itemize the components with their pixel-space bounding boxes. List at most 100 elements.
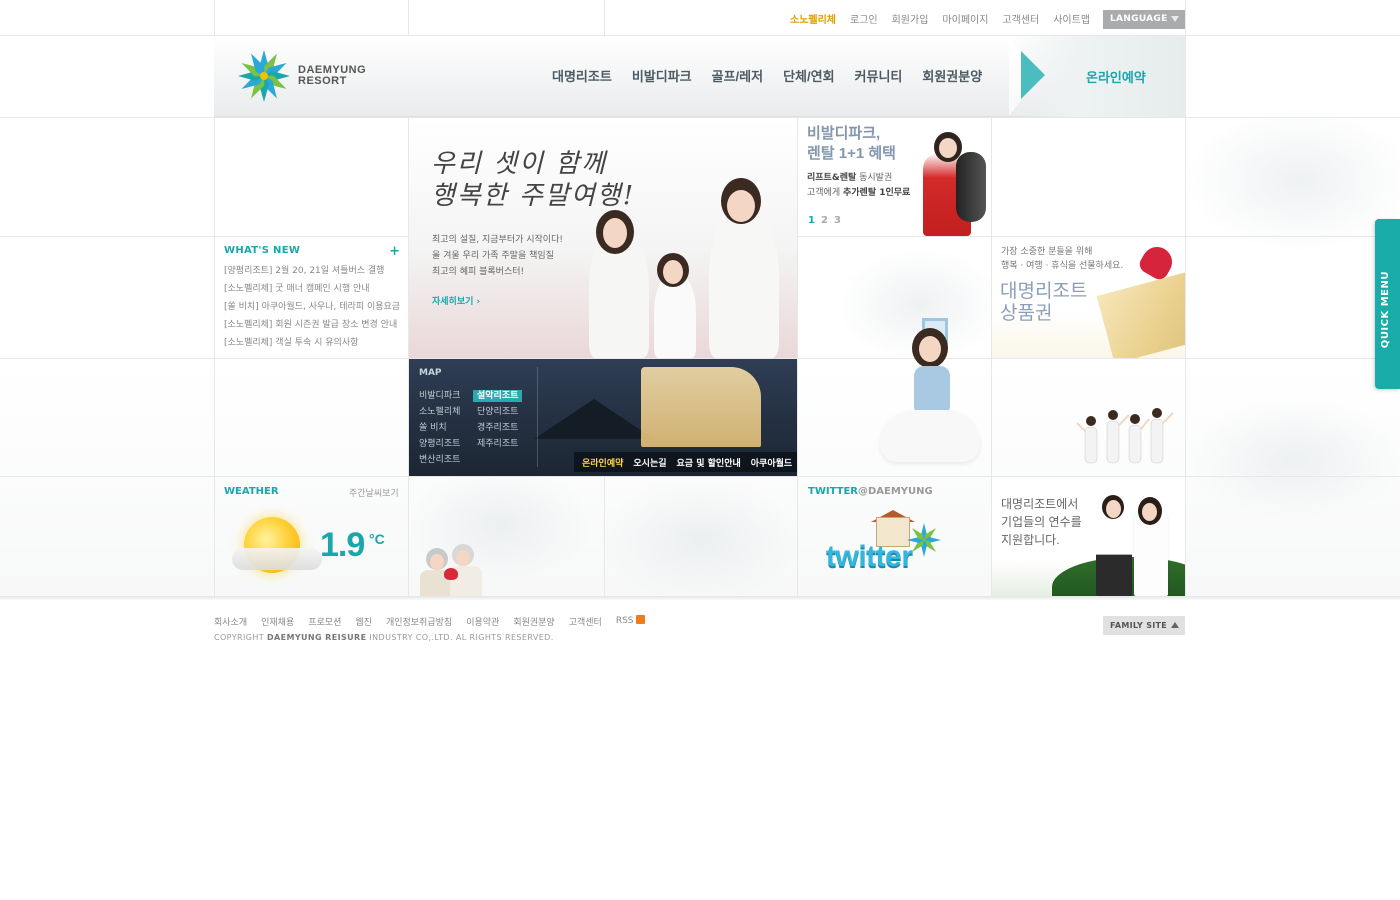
chevron-right-icon: ›: [476, 297, 481, 307]
footer-link-webzine[interactable]: 웹진: [355, 615, 372, 628]
gift-title-line1: 대명리조트: [1000, 281, 1088, 302]
map-bar-link-reservation[interactable]: 온라인예약: [582, 456, 623, 469]
rental-desc-bold: 리프트&렌탈: [807, 173, 857, 183]
snowboard-image: [956, 152, 986, 222]
footer-link-privacy[interactable]: 개인정보취급방침: [386, 615, 452, 628]
map-bar-link-aquaworld[interactable]: 아쿠아월드: [751, 456, 792, 469]
weekly-weather-link[interactable]: 주간날씨보기: [349, 486, 399, 499]
grid-line: [604, 0, 605, 36]
online-reservation-label: 온라인예약: [1086, 70, 1146, 85]
hotel-image: [641, 367, 761, 447]
footer-link-terms[interactable]: 이용약관: [466, 615, 499, 628]
copyright-prefix: COPYRIGHT: [214, 633, 267, 642]
temperature-unit: °C: [369, 531, 385, 547]
weather-title: WEATHER: [224, 486, 279, 497]
rental-title: 비발디파크, 렌탈 1+1 혜택: [807, 124, 896, 164]
arrow-right-icon: [1021, 51, 1045, 99]
daemyung-logo-icon[interactable]: [236, 48, 292, 104]
footer-divider: [0, 596, 1400, 600]
page-dot[interactable]: 3: [834, 215, 847, 226]
family-site-label: FAMILY SITE: [1110, 621, 1168, 630]
corporate-training-banner[interactable]: 대명리조트에서 기업들의 연수를 지원합니다.: [992, 477, 1185, 596]
util-link-sitemap[interactable]: 사이트맵: [1053, 11, 1090, 26]
gift-line2: 행복 · 여행 · 휴식을 선물하세요.: [1001, 261, 1124, 271]
plus-icon[interactable]: +: [389, 244, 400, 259]
nav-item-vivaldi-park[interactable]: 비발디파크: [632, 66, 692, 85]
footer-link-promotion[interactable]: 프로모션: [308, 615, 341, 628]
language-label: LANGUAGE: [1110, 14, 1168, 24]
map-link[interactable]: 변산리조트: [419, 452, 460, 468]
util-link-customer-center[interactable]: 고객센터: [1002, 11, 1039, 26]
family-site-select[interactable]: FAMILY SITE: [1103, 616, 1185, 635]
nav-item-community[interactable]: 커뮤니티: [855, 66, 903, 85]
map-bar-link-rates[interactable]: 요금 및 할인안내: [677, 456, 741, 469]
quick-menu-tab[interactable]: QUICK MENU: [1375, 219, 1400, 389]
news-list: [양평리조트] 2월 20, 21일 셔틀버스 결행 [소노펠리체] 굿 매너 …: [224, 262, 400, 352]
util-link-mypage[interactable]: 마이페이지: [942, 11, 988, 26]
corporate-text: 대명리조트에서 기업들의 연수를 지원합니다.: [1001, 495, 1082, 549]
map-link[interactable]: 양평리조트: [419, 436, 460, 452]
mother-face: [603, 218, 627, 248]
utility-nav: 소노펠리체 로그인 회원가입 마이페이지 고객센터 사이트맵: [790, 11, 1090, 26]
util-link-join[interactable]: 회원가입: [892, 11, 929, 26]
nav-item-daemyung-resort[interactable]: 대명리조트: [552, 66, 612, 85]
hero-title: 우리 셋이 함께 행복한 주말여행!: [431, 148, 635, 212]
map-link[interactable]: 단양리조트: [473, 404, 522, 420]
footer-link-rss[interactable]: RSS: [616, 615, 645, 628]
banner-pagination: 123: [808, 215, 847, 226]
grid-line: [0, 476, 1400, 477]
child-face: [663, 260, 683, 284]
rental-desc-bold: 추가렌탈 1인무료: [842, 188, 911, 198]
language-select[interactable]: LANGUAGE: [1103, 10, 1185, 29]
hero-more-link[interactable]: 자세히보기 ›: [432, 294, 480, 307]
twitter-logo-link[interactable]: twitter: [826, 540, 913, 574]
hero-more-label: 자세히보기: [432, 297, 474, 307]
news-item[interactable]: [소노펠리체] 객실 투숙 시 유의사항: [224, 334, 400, 352]
nav-item-golf-leisure[interactable]: 골프/레저: [712, 66, 763, 85]
corporate-line2: 기업들의 연수를: [1001, 515, 1082, 529]
util-link-sonofelice[interactable]: 소노펠리체: [790, 11, 836, 26]
corporate-line1: 대명리조트에서: [1001, 497, 1079, 511]
nav-item-group-banquet[interactable]: 단체/연회: [783, 66, 834, 85]
gift-certificate-banner[interactable]: 가장 소중한 분들을 위해 행복 · 여행 · 휴식을 선물하세요. 대명리조트…: [992, 237, 1185, 358]
hero-title-line2: 행복한 주말여행!: [431, 181, 636, 211]
cloud-decoration: [600, 480, 800, 600]
footer-link-company[interactable]: 회사소개: [214, 615, 247, 628]
map-bar-link-directions[interactable]: 오시는길: [633, 456, 666, 469]
footer-link-careers[interactable]: 인재채용: [261, 615, 294, 628]
twitter-handle: @DAEMYUNG: [857, 486, 933, 497]
news-item[interactable]: [소노펠리체] 굿 매너 캠페인 시행 안내: [224, 280, 400, 298]
nav-item-membership[interactable]: 회원권분양: [922, 66, 982, 85]
rental-banner[interactable]: 비발디파크, 렌탈 1+1 혜택 리프트&렌탈 동시발권 고객에게 추가렌탈 1…: [798, 118, 991, 236]
map-column-1: 비발디파크 소노펠리체 쏠 비치 양평리조트 변산리조트: [419, 388, 460, 468]
header: DAEMYUNG RESORT 대명리조트 비발디파크 골프/레저 단체/연회 …: [214, 36, 1186, 117]
hero-title-line1: 우리 셋이 함께: [431, 149, 608, 179]
logo-wordmark[interactable]: DAEMYUNG RESORT: [298, 65, 366, 87]
footer-link-membership[interactable]: 회원권분양: [513, 615, 554, 628]
temperature-value: 1.9: [320, 526, 365, 564]
chevron-up-icon: [1171, 622, 1179, 628]
map-link[interactable]: 비발디파크: [419, 388, 460, 404]
online-reservation-button[interactable]: 온라인예약: [1009, 36, 1186, 117]
cloud-decoration: [1190, 400, 1400, 520]
rental-title-line1: 비발디파크,: [807, 125, 881, 142]
hero-description: 최고의 설질, 지금부터가 시작이다! 올 겨울 우리 가족 주말을 책임질 최…: [432, 232, 563, 280]
footer-nav: 회사소개 인재채용 프로모션 웹진 개인정보취급방침 이용약관 회원권분양 고객…: [214, 615, 645, 628]
news-item[interactable]: [쏠 비치] 아쿠아월드, 사우나, 테라피 이용요금: [224, 298, 400, 316]
footer-link-customer-center[interactable]: 고객센터: [569, 615, 602, 628]
news-item[interactable]: [양평리조트] 2월 20, 21일 셔틀버스 결행: [224, 262, 400, 280]
map-link[interactable]: 경주리조트: [473, 420, 522, 436]
news-item[interactable]: [소노펠리체] 회원 시즌권 발급 장소 변경 안내: [224, 316, 400, 334]
map-link-selected[interactable]: 설악리조트: [473, 390, 523, 402]
map-column-2: 설악리조트 단양리조트 경주리조트 제주리조트: [473, 388, 523, 452]
page-dot[interactable]: 1: [808, 215, 821, 226]
map-link[interactable]: 제주리조트: [473, 436, 522, 452]
map-link[interactable]: 쏠 비치: [419, 420, 460, 436]
util-link-login[interactable]: 로그인: [850, 11, 878, 26]
resort-map-panel: MAP 비발디파크 소노펠리체 쏠 비치 양평리조트 변산리조트 설악리조트 단…: [409, 359, 797, 476]
map-link[interactable]: 소노펠리체: [419, 404, 460, 420]
hero-banner[interactable]: 우리 셋이 함께 행복한 주말여행! 최고의 설질, 지금부터가 시작이다! 올…: [409, 118, 797, 358]
main-nav: 대명리조트 비발디파크 골프/레저 단체/연회 커뮤니티 회원권분양: [552, 66, 1002, 85]
page-dot[interactable]: 2: [821, 215, 834, 226]
skier-face: [939, 138, 957, 158]
